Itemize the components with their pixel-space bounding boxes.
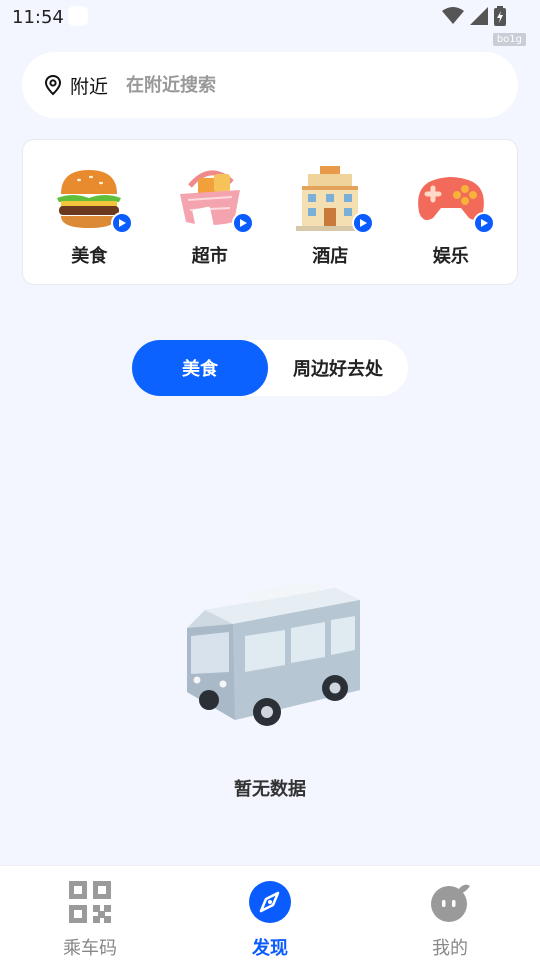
tab-food[interactable]: 美食 [132,340,268,396]
wifi-icon [442,7,464,24]
category-grid: 美食 超市 酒店 娱乐 [22,139,518,285]
tab-nearby-places[interactable]: 周边好去处 [268,340,408,396]
nav-discover[interactable]: 发现 [180,866,360,960]
status-bar: 11:54 bo1g [0,0,540,46]
nav-ride-code[interactable]: 乘车码 [0,866,180,960]
content-tabs: 美食 周边好去处 [132,340,408,396]
build-tag: bo1g [492,33,526,46]
category-label: 酒店 [312,246,349,267]
location-label[interactable]: 附近 [70,72,108,99]
nav-label: 乘车码 [63,938,117,959]
battery-icon [494,6,506,26]
qr-code-icon [69,881,111,923]
status-time: 11:54 [12,7,64,28]
notification-icon [68,6,88,26]
category-entertainment[interactable]: 娱乐 [396,140,506,284]
profile-icon [431,884,470,922]
location-pin-icon[interactable] [42,74,64,96]
play-icon [472,212,495,234]
search-bar[interactable]: 附近 [22,52,518,118]
play-icon [231,212,254,234]
bottom-nav: 乘车码 发现 我的 [0,865,540,960]
search-input[interactable] [126,74,427,96]
nav-label: 发现 [252,938,288,959]
category-supermarket[interactable]: 超市 [155,140,265,284]
compass-icon [249,881,291,923]
play-icon [111,212,134,234]
category-hotel[interactable]: 酒店 [275,140,385,284]
empty-bus-illustration [187,582,360,726]
category-label: 娱乐 [432,246,469,267]
play-icon [352,212,375,234]
signal-icon [470,7,488,25]
discover-page: 11:54 bo1g 附近 在附近搜索 美食 超市 酒店 娱乐 美食 周边好去处… [0,0,540,960]
nav-mine[interactable]: 我的 [360,866,540,960]
empty-state-text: 暂无数据 [234,779,306,800]
category-food[interactable]: 美食 [34,140,144,284]
nav-label: 我的 [432,938,468,959]
category-label: 美食 [71,246,108,267]
category-label: 超市 [191,246,228,267]
